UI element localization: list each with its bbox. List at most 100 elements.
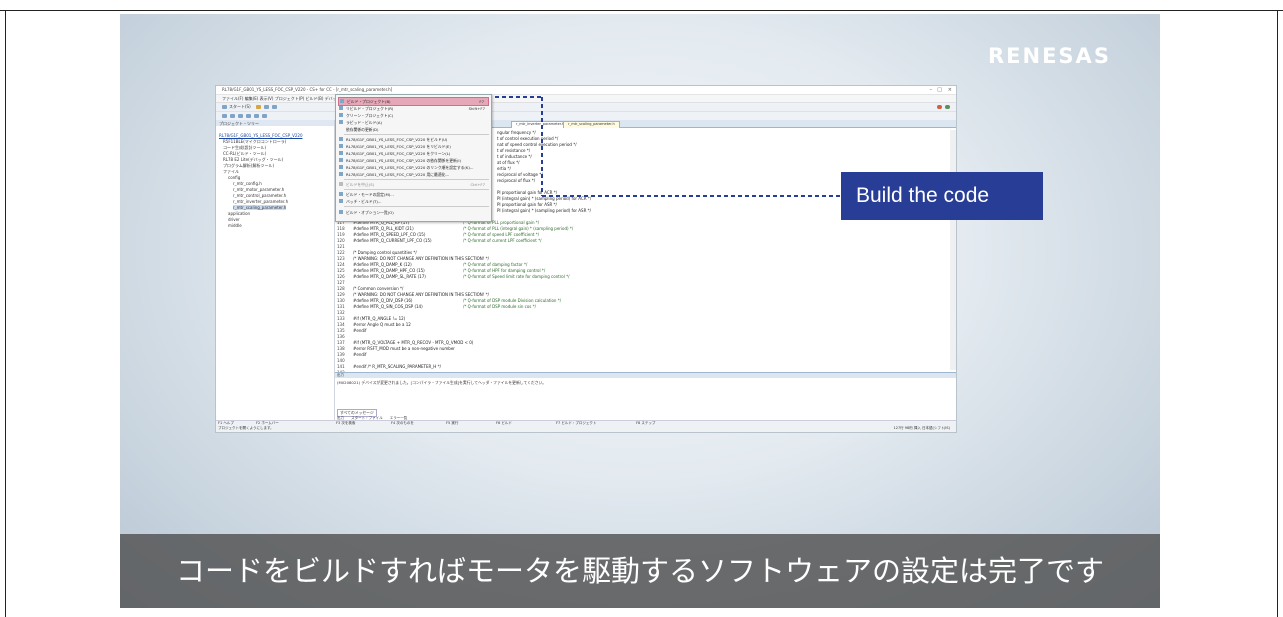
code-line: 127 [337, 280, 463, 285]
code-text: #if (MTR_Q_ANGLE != 12) [353, 316, 406, 321]
menu-item-label: 依存関係の更新(D) [346, 127, 379, 132]
start-icon[interactable] [222, 105, 227, 109]
line-number: 134 [337, 322, 345, 327]
code-line: 134 #error Angle Q must be a 12 [337, 322, 463, 327]
project-tree-panel: プロジェクト・ツリー RL78/G1F_GB01_YS_LESS_FOC_CSP… [216, 120, 335, 420]
line-number: 122 [337, 250, 345, 255]
save-icon[interactable] [264, 105, 269, 109]
tree-item-project[interactable]: RL78/G1F_GB01_YS_LESS_FOC_CSP_V220 [219, 133, 303, 138]
menu-separator [344, 189, 489, 190]
menu-item-label: バッチ・ビルド(T)... [346, 199, 382, 204]
function-key-8[interactable]: F8 ステップ [636, 421, 655, 426]
minimize-button[interactable]: – [930, 87, 933, 93]
tree-item-file-selected[interactable]: r_mtr_scaling_parameter.h [233, 205, 287, 210]
menu-item-shortcut: Shift+F7 [468, 106, 485, 111]
menu-item-build-mode[interactable]: ビルド・モードの設定(M)... [338, 191, 489, 198]
start-button-label[interactable]: スタート(S) [229, 104, 251, 110]
code-line: 124 #define MTR_Q_DAMP_K (12) /* Q-format … [337, 262, 527, 267]
build-icon [340, 99, 344, 103]
paste-icon[interactable] [254, 114, 259, 118]
menu-item-build-options[interactable]: ビルド・オプション一覧(O) [338, 209, 489, 216]
menu-item-stop-build[interactable]: ビルドを中止(S) Ctrl+F7 [338, 181, 489, 188]
code-comment: PI proportional gain for ACR */ [497, 190, 558, 195]
project-tree-header: プロジェクト・ツリー [216, 120, 334, 126]
code-line: 126 #define MTR_Q_DAMP_SL_RATE (17) /* Q-f… [337, 274, 569, 279]
rapid-build-icon [339, 120, 343, 124]
code-comment: PI proportional gain for ASR */ [497, 202, 557, 207]
menu-item-link-order[interactable]: RL78/G1F_GB01_YS_LESS_FOC_CSP_V220 のリンク順… [338, 164, 489, 171]
line-number: 124 [337, 262, 345, 267]
code-comment: t of resistance */ [497, 148, 531, 153]
menu-item-optimize[interactable]: RL78/G1F_GB01_YS_LESS_FOC_CSP_V220 用に最適化… [338, 171, 489, 178]
line-number: 129 [337, 292, 345, 297]
function-key-7[interactable]: F7 ビルド・プロジェクト [556, 421, 596, 426]
code-comment: at of flux */ [497, 160, 520, 165]
function-key-3[interactable]: F3 次を検索 [336, 421, 355, 426]
tree-item-driver[interactable]: driver [228, 217, 240, 222]
editor-scrollbar[interactable] [950, 130, 956, 370]
code-comment: t of inductance */ [497, 154, 532, 159]
tree-item-file[interactable]: r_mtr_motor_parameter.h [233, 187, 284, 192]
output-message[interactable]: (M0208021) デバイスが変更されました。[コンパイラ・ファイル生成]を実… [337, 380, 546, 386]
clean-icon [339, 151, 343, 155]
menu-item-update-subproject-deps[interactable]: RL78/G1F_GB01_YS_LESS_FOC_CSP_V220 の依存関係… [338, 157, 489, 164]
tree-item-file[interactable]: r_mtr_config.h [233, 181, 262, 186]
open-icon[interactable] [272, 105, 277, 109]
line-number: 139 [337, 352, 345, 357]
menu-separator [344, 134, 489, 135]
code-comment: /* Q-format of Speed limit rate for damp… [463, 274, 570, 279]
tree-item-file[interactable]: r_mtr_control_parameter.h [233, 193, 286, 198]
tree-item-middle[interactable]: middle [228, 223, 242, 228]
code-comment: /* Q-format of current LPF coefficient *… [463, 238, 542, 243]
maximize-button[interactable]: □ [937, 87, 942, 93]
line-number: 133 [337, 316, 345, 321]
menu-item-update-dependencies[interactable]: 依存関係の更新(D) [338, 126, 489, 133]
optimize-icon [339, 172, 343, 176]
settings-icon[interactable] [945, 105, 950, 109]
output-title: 出力 [337, 373, 344, 377]
menu-item-rapid-build[interactable]: ラピッド・ビルド(A) [338, 119, 489, 126]
build-icon[interactable] [256, 105, 261, 109]
output-panel: 出力 (M0208021) デバイスが変更されました。[コンパイラ・ファイル生成… [335, 372, 956, 421]
tree-item-config[interactable]: config [228, 175, 240, 180]
line-number: 125 [337, 268, 345, 273]
clean-icon [339, 113, 343, 117]
function-key-4[interactable]: F4 次のものを [391, 421, 414, 426]
function-key-6[interactable]: F6 ビルド [496, 421, 512, 426]
cut-icon[interactable] [238, 114, 243, 118]
search-icon[interactable] [262, 114, 267, 118]
options-icon [339, 210, 343, 214]
menu-item-clean-project[interactable]: クリーン・プロジェクト(C) [338, 112, 489, 119]
code-line: 136 [337, 334, 463, 339]
menu-item-rebuild-subproject[interactable]: RL78/G1F_GB01_YS_LESS_FOC_CSP_V220 をリビルド… [338, 143, 489, 150]
menu-item-batch-build[interactable]: バッチ・ビルド(T)... [338, 198, 489, 205]
callout-text: Build the code [856, 184, 990, 207]
tab-inverter-parameter[interactable]: r_mtr_inverter_parameter.h [511, 121, 570, 128]
menu-item-clean-subproject[interactable]: RL78/G1F_GB01_YS_LESS_FOC_CSP_V220 をクリーン… [338, 150, 489, 157]
code-text: /* WARNING: DO NOT CHANGE ANY DEFINITION… [353, 292, 490, 297]
code-comment: /* Q-format of DSP module sin cos */ [463, 304, 536, 309]
tree-item-file[interactable]: r_mtr_inverter_parameter.h [233, 199, 288, 204]
copy-icon[interactable] [246, 114, 251, 118]
status-bar: F1 ヘルプ F2 ホームバー F3 次を検索 F4 次のものを F5 実行 F… [216, 420, 956, 432]
menu-item-build-subproject[interactable]: RL78/G1F_GB01_YS_LESS_FOC_CSP_V220 をビルド(… [338, 136, 489, 143]
code-comment: nat of speed control execution period */ [497, 142, 577, 147]
line-number: 123 [337, 256, 345, 261]
tree-item-application[interactable]: application [228, 211, 250, 216]
build-callout: Build the code [841, 172, 1043, 220]
function-key-5[interactable]: F5 実行 [446, 421, 458, 426]
status-message: プロジェクトを開くようにします。 [218, 426, 274, 430]
line-number: 130 [337, 298, 345, 303]
line-number: 135 [337, 328, 345, 333]
menu-bar[interactable]: ファイル(F) 編集(E) 表示(V) プロジェクト(P) ビルド(B) デバッ… [216, 95, 956, 103]
tab-scaling-parameter[interactable]: r_mtr_scaling_parameter.h [563, 121, 620, 128]
close-button[interactable]: × [948, 87, 952, 93]
forward-icon[interactable] [230, 114, 235, 118]
back-icon[interactable] [222, 114, 227, 118]
menu-item-rebuild-project[interactable]: リビルド・プロジェクト(R) Shift+F7 [338, 105, 489, 112]
code-comment: PI (integral gain) * (sampling period) f… [497, 196, 592, 201]
project-tree-title: プロジェクト・ツリー [219, 121, 259, 126]
code-comment: /* Q-format of HPF for damping control *… [463, 268, 546, 273]
debug-icon[interactable] [937, 105, 942, 109]
frame-top-line [0, 10, 1283, 11]
